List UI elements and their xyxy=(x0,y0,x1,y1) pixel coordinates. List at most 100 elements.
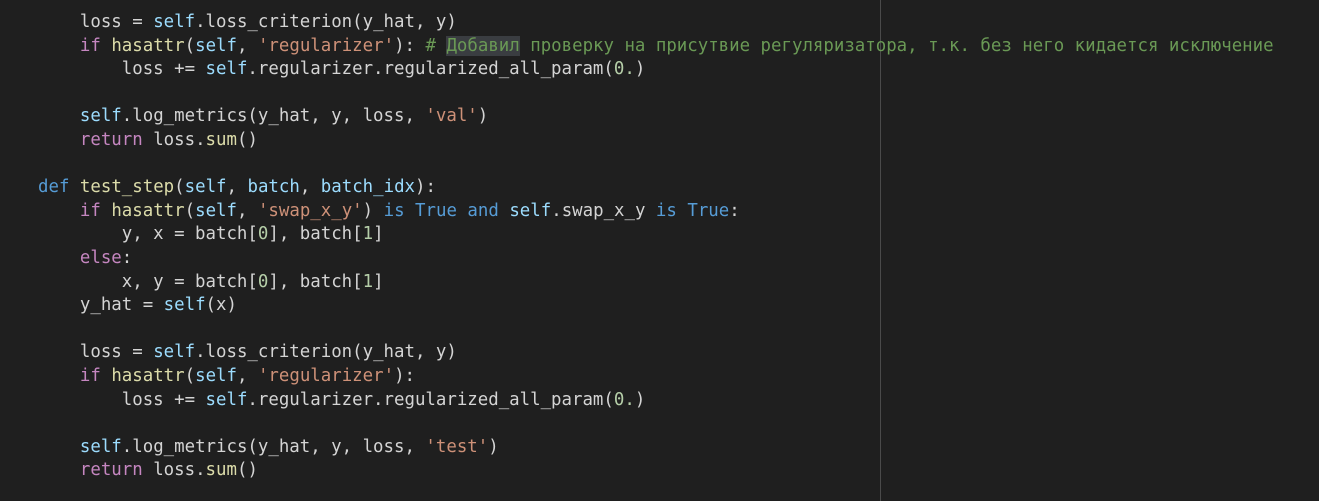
code-token: if xyxy=(79,200,101,221)
code-line[interactable]: return loss.sum() xyxy=(38,458,258,482)
code-line[interactable]: loss += self.regularizer.regularized_all… xyxy=(38,388,646,412)
code-token: ] xyxy=(373,224,384,245)
code-token: self xyxy=(153,342,196,363)
code-line[interactable]: y, x = batch[0], batch[1] xyxy=(38,222,384,246)
code-line[interactable]: else: xyxy=(38,246,132,270)
code-token: , xyxy=(299,177,321,198)
code-line[interactable]: self.log_metrics(y_hat, y, loss, 'val') xyxy=(38,104,488,128)
code-token: loss += xyxy=(121,389,206,410)
code-token: self xyxy=(205,59,248,80)
code-line[interactable]: def test_step(self, batch, batch_idx): xyxy=(38,175,436,199)
code-token: sum xyxy=(205,130,237,150)
code-token: self xyxy=(184,177,227,198)
code-token: is xyxy=(383,200,405,221)
code-token: y_hat = xyxy=(79,295,164,316)
code-line[interactable]: if hasattr(self, 'regularizer'): xyxy=(38,364,415,388)
code-token: .loss_criterion(y_hat, y) xyxy=(195,12,457,32)
code-token: .log_metrics(y_hat, y, loss, xyxy=(121,106,426,127)
code-line[interactable]: y_hat = self(x) xyxy=(38,293,237,317)
code-token: 'val' xyxy=(425,106,478,127)
code-token: ( xyxy=(184,35,196,56)
code-token: self xyxy=(163,295,206,316)
code-token: 0 xyxy=(257,271,269,292)
code-token: self xyxy=(195,366,237,386)
code-token: True xyxy=(687,200,730,221)
code-token: ], batch[ xyxy=(268,271,363,292)
code-line[interactable]: if hasattr(self, 'swap_x_y') is True and… xyxy=(38,199,740,223)
code-line[interactable]: x, y = batch[0], batch[1] xyxy=(38,270,384,294)
code-token: 'regularizer' xyxy=(257,366,395,386)
code-token: hasattr xyxy=(111,366,185,386)
code-token: , xyxy=(237,366,258,386)
code-token: else xyxy=(79,248,122,268)
code-token: ( xyxy=(174,177,185,198)
code-token: self xyxy=(195,200,237,221)
code-token: def xyxy=(38,177,70,198)
code-line[interactable]: loss = self.loss_criterion(y_hat, y) xyxy=(38,340,457,364)
code-token: loss = xyxy=(79,12,154,32)
code-token: ], batch[ xyxy=(268,224,363,245)
code-token: , xyxy=(226,177,248,198)
code-token: ) xyxy=(362,200,384,221)
code-token: Добавил xyxy=(446,35,520,56)
code-token: 1 xyxy=(362,224,374,245)
code-line[interactable]: loss = self.loss_criterion(y_hat, y) xyxy=(38,10,457,34)
code-line[interactable]: self.log_metrics(y_hat, y, loss, 'test') xyxy=(38,435,499,459)
code-token: self xyxy=(509,200,552,221)
code-token: ): xyxy=(394,35,426,56)
code-token: .regularizer.regularized_all_param( xyxy=(247,389,614,410)
code-token: y, x = batch[ xyxy=(121,224,258,245)
code-token: ( xyxy=(184,366,196,386)
code-token: self xyxy=(79,436,122,457)
code-token: hasattr xyxy=(111,200,185,221)
code-token: self xyxy=(195,35,237,56)
code-token: 0. xyxy=(613,389,635,410)
code-token: test_step xyxy=(79,177,175,198)
code-token: batch_idx xyxy=(320,177,416,198)
code-token: if xyxy=(79,366,101,386)
code-token: if xyxy=(79,35,101,56)
code-token: .regularizer.regularized_all_param( xyxy=(247,59,614,80)
code-token: # xyxy=(425,35,447,56)
code-line[interactable]: loss += self.regularizer.regularized_all… xyxy=(38,57,646,81)
code-token: ): xyxy=(415,177,436,198)
code-line[interactable]: if hasattr(self, 'regularizer'): # Добав… xyxy=(38,34,1274,58)
code-line[interactable]: return loss.sum() xyxy=(38,128,258,152)
code-token: (x) xyxy=(205,295,237,316)
code-token: ) xyxy=(634,389,646,410)
code-token: and xyxy=(467,200,499,221)
code-token: x, y = batch[ xyxy=(121,271,258,292)
code-token: .swap_x_y xyxy=(551,200,656,221)
code-token: () xyxy=(236,460,258,481)
code-editor[interactable]: loss = self.loss_criterion(y_hat, y) if … xyxy=(0,0,1319,501)
column-ruler xyxy=(880,0,881,501)
code-token: : xyxy=(729,200,740,221)
code-token: loss. xyxy=(142,460,206,481)
code-token: ] xyxy=(373,271,384,292)
code-token: sum xyxy=(205,460,237,481)
code-token: self xyxy=(153,12,196,32)
code-token: 'swap_x_y' xyxy=(257,200,363,221)
code-token: True xyxy=(415,200,457,221)
code-token: loss += xyxy=(121,59,206,80)
